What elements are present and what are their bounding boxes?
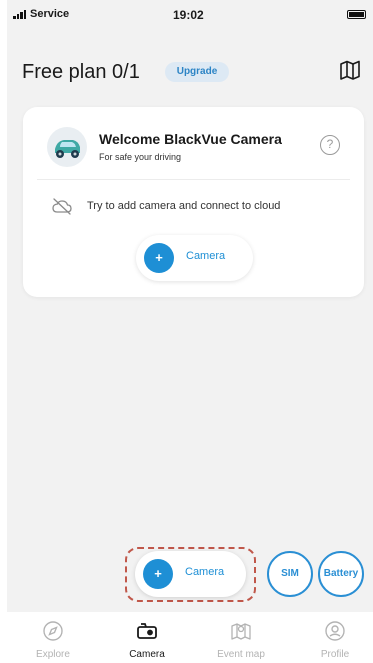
car-icon xyxy=(47,127,87,167)
app-screen: Service 19:02 Free plan 0/1 Upgrade Welc… xyxy=(7,0,373,663)
floating-camera-label: Camera xyxy=(185,566,225,578)
tab-label: Explore xyxy=(36,649,70,660)
plus-icon: + xyxy=(144,243,174,273)
tab-label: Profile xyxy=(320,649,350,660)
page-title: Free plan 0/1 xyxy=(22,61,140,83)
tab-label: Camera xyxy=(129,649,165,660)
cloud-off-icon xyxy=(51,197,73,215)
sim-button[interactable]: SIM xyxy=(267,551,313,597)
welcome-card: Welcome BlackVue Camera For safe your dr… xyxy=(23,107,364,297)
carrier-name: Service xyxy=(30,8,70,20)
tab-profile[interactable]: Profile xyxy=(300,612,370,663)
signal-icon xyxy=(13,10,27,19)
add-camera-label: Camera xyxy=(186,250,226,262)
help-icon[interactable]: ? xyxy=(320,135,340,155)
divider xyxy=(37,179,350,180)
plus-icon: + xyxy=(143,559,173,589)
status-bar: Service 19:02 xyxy=(7,0,373,28)
empty-state-message: Try to add camera and connect to cloud xyxy=(87,200,281,212)
tab-explore[interactable]: Explore xyxy=(18,612,88,663)
profile-icon xyxy=(325,621,345,641)
welcome-title: Welcome BlackVue Camera xyxy=(99,131,282,147)
add-camera-button[interactable]: + Camera xyxy=(136,235,253,281)
bottom-tab-bar: Explore Camera Event map Profile xyxy=(7,612,373,663)
floating-add-camera-button[interactable]: + Camera xyxy=(135,551,246,597)
status-time: 19:02 xyxy=(173,8,204,22)
tab-camera[interactable]: Camera xyxy=(112,612,182,663)
battery-icon xyxy=(347,10,366,19)
map-icon[interactable] xyxy=(339,59,361,81)
battery-button[interactable]: Battery xyxy=(318,551,364,597)
tab-label: Event map xyxy=(217,649,265,660)
event-map-icon xyxy=(231,623,251,640)
camera-icon xyxy=(137,623,157,639)
tab-event-map[interactable]: Event map xyxy=(206,612,276,663)
welcome-subtitle: For safe your driving xyxy=(99,152,182,162)
compass-icon xyxy=(43,621,63,641)
upgrade-button[interactable]: Upgrade xyxy=(165,62,229,82)
